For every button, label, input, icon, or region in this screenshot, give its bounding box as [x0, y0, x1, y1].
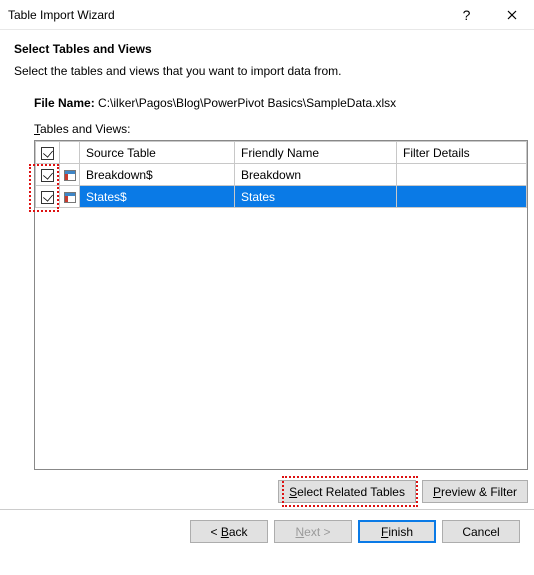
table-icon [64, 170, 76, 181]
table-icon [64, 192, 76, 203]
page-subheading: Select the tables and views that you wan… [14, 64, 520, 78]
cancel-button[interactable]: Cancel [442, 520, 520, 543]
close-button[interactable] [489, 0, 534, 30]
wizard-button-row: < Back Next > Finish Cancel [0, 509, 534, 543]
title-bar: Table Import Wizard ? [0, 0, 534, 30]
tables-views-label: Tables and Views: [34, 122, 520, 136]
page-heading: Select Tables and Views [14, 42, 520, 56]
next-button: Next > [274, 520, 352, 543]
cell-friendly[interactable]: Breakdown [235, 164, 397, 186]
wizard-content: Select Tables and Views Select the table… [0, 30, 534, 503]
help-button[interactable]: ? [444, 0, 489, 30]
row-checkbox[interactable] [41, 169, 54, 182]
close-icon [507, 10, 517, 20]
file-name-value: C:\ilker\Pagos\Blog\PowerPivot Basics\Sa… [98, 96, 396, 110]
window-title: Table Import Wizard [8, 8, 444, 22]
header-source-table[interactable]: Source Table [80, 142, 235, 164]
cell-filter[interactable] [397, 186, 527, 208]
header-filter-details[interactable]: Filter Details [397, 142, 527, 164]
cell-source[interactable]: States$ [80, 186, 235, 208]
back-button[interactable]: < Back [190, 520, 268, 543]
finish-button[interactable]: Finish [358, 520, 436, 543]
table-row[interactable]: Breakdown$ Breakdown [36, 164, 527, 186]
row-checkbox[interactable] [41, 191, 54, 204]
table-row[interactable]: States$ States [36, 186, 527, 208]
header-icon-cell [60, 142, 80, 164]
grid-button-row: Select Related Tables Preview & Filter [34, 480, 528, 503]
select-related-tables-button[interactable]: Select Related Tables [278, 480, 416, 503]
header-checkbox-cell[interactable] [36, 142, 60, 164]
file-name-label: File Name: [34, 96, 95, 110]
select-all-checkbox[interactable] [41, 147, 54, 160]
file-row: File Name: C:\ilker\Pagos\Blog\PowerPivo… [34, 96, 520, 110]
cell-friendly[interactable]: States [235, 186, 397, 208]
header-friendly-name[interactable]: Friendly Name [235, 142, 397, 164]
cell-source[interactable]: Breakdown$ [80, 164, 235, 186]
tables-grid[interactable]: Source Table Friendly Name Filter Detail… [34, 140, 528, 470]
cell-filter[interactable] [397, 164, 527, 186]
preview-filter-button[interactable]: Preview & Filter [422, 480, 528, 503]
